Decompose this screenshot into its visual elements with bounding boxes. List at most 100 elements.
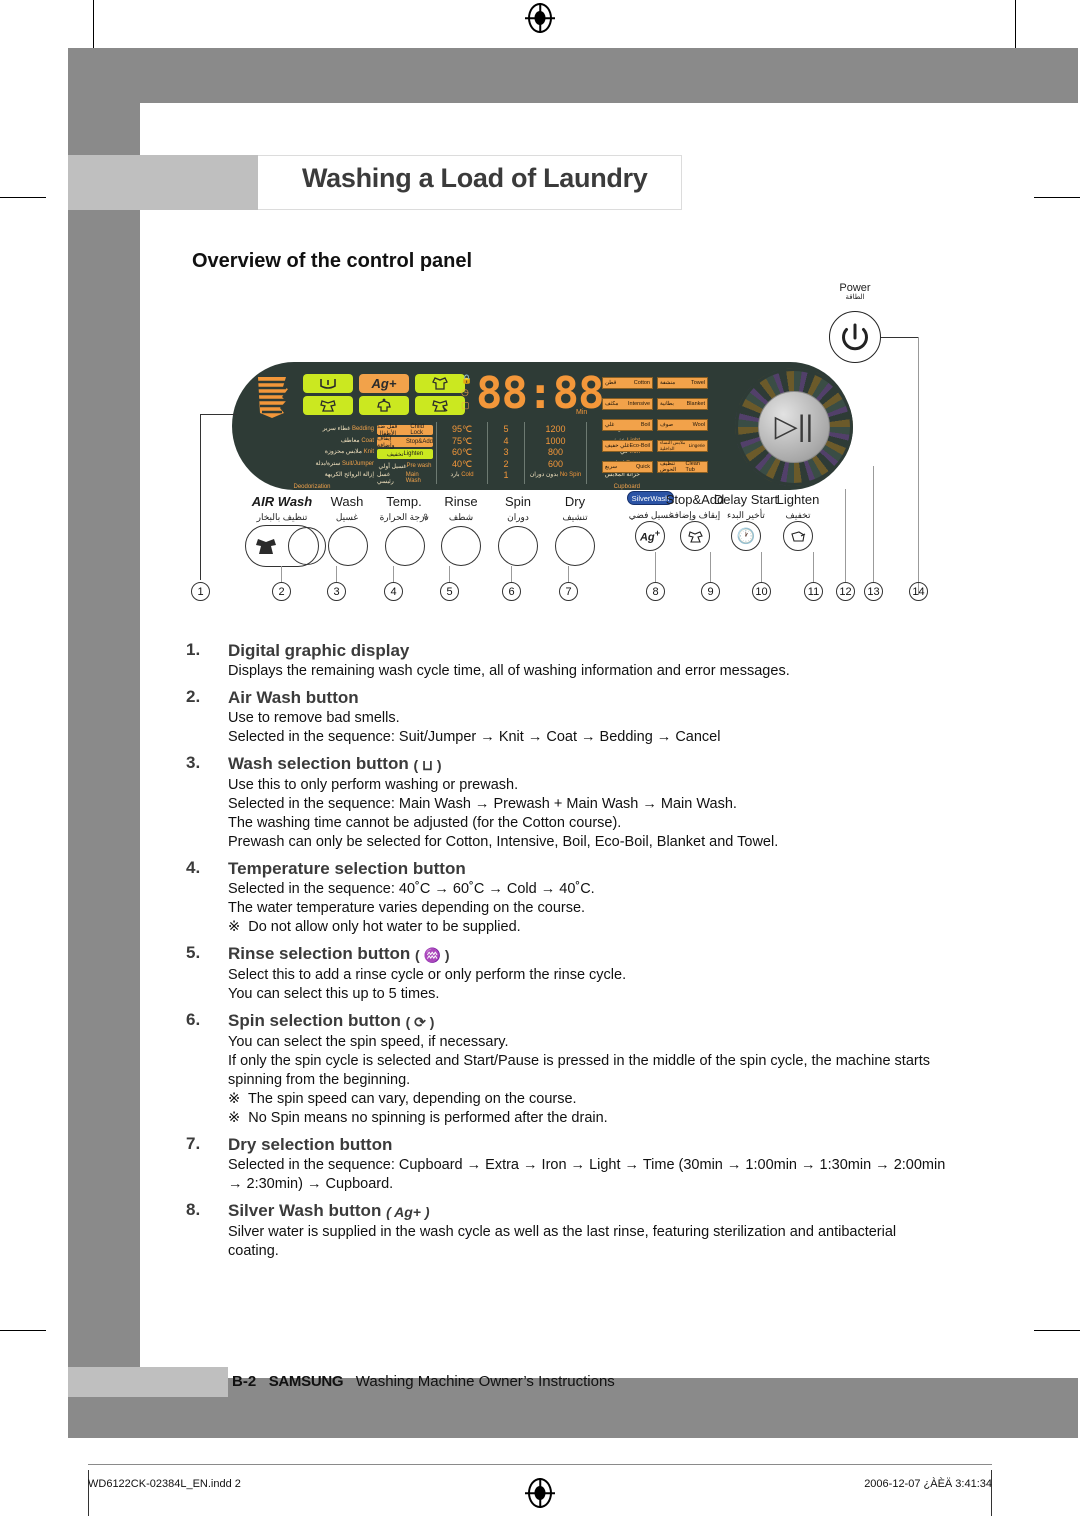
callout-8: 8 xyxy=(646,582,665,601)
power-icon xyxy=(842,323,868,351)
delay-start-button[interactable]: 🕐 xyxy=(731,521,761,551)
rinse-value-0: 5 xyxy=(503,424,509,434)
course-right-3-ar: ملابس النساء الداخلية xyxy=(660,439,686,451)
course-blanket[interactable]: بطانية Blanket xyxy=(657,398,708,410)
panel-divider-3 xyxy=(524,422,525,484)
course-right-0-en: Towel xyxy=(690,379,705,386)
airwash-opt-2-en: Knit xyxy=(363,449,374,456)
instruction-3-heading-text: Wash selection button xyxy=(228,754,409,773)
instruction-6-heading-text: Spin selection button xyxy=(228,1011,401,1030)
instruction-3-body: Use this to only perform washing or prew… xyxy=(228,776,946,852)
wash-selection-button[interactable] xyxy=(328,526,368,566)
instruction-6-line-1: If only the spin cycle is selected and S… xyxy=(228,1053,930,1088)
airwash-opt-3-en: Suit/Jumper xyxy=(341,460,374,467)
course-quick[interactable]: سريع Quick xyxy=(602,461,653,473)
print-mark-rule-left xyxy=(88,1470,89,1516)
course-right-1-ar: بطانية xyxy=(660,400,674,407)
callout-leader-14 xyxy=(918,420,920,582)
course-cotton[interactable]: قطن Cotton xyxy=(602,377,653,389)
air-wash-knob[interactable] xyxy=(288,527,326,565)
instruction-4-heading: Temperature selection button xyxy=(228,859,466,878)
instruction-item-4: 4. Temperature selection button Selected… xyxy=(186,858,946,937)
spin-value-4: No Spin xyxy=(559,472,582,479)
start-pause-button[interactable]: ▷|| xyxy=(758,391,830,463)
lighten-button[interactable] xyxy=(783,521,813,551)
airwash-opt-1-ar: معاطف xyxy=(340,437,360,444)
instruction-item-2: 2. Air Wash button Use to remove bad sme… xyxy=(186,687,946,747)
course-intensive[interactable]: مكثف Intensive xyxy=(602,398,653,410)
stop-add-shirt-icon xyxy=(687,530,703,543)
course-left-2-ar: غلي xyxy=(605,421,615,428)
course-eco-boil[interactable]: غلي خفيف Eco-Boil xyxy=(602,440,653,452)
option-pill-child-lock: قفل ضد الأطفال Child Lock xyxy=(377,424,433,437)
callout-leader-6 xyxy=(511,566,513,582)
temp-value-2: 60℃ xyxy=(451,447,473,458)
print-mark-timestamp: 2006-12-07 ¿ÀÈÄ 3:41:34 xyxy=(864,1478,992,1490)
callout-2: 2 xyxy=(272,582,291,601)
power-label-ar: الطاقة xyxy=(845,294,865,301)
course-right-4-en: Clean Tub xyxy=(685,460,700,473)
callout-14: 14 xyxy=(909,582,928,601)
callout-leader-1-vertical xyxy=(200,414,202,580)
print-mark-filename: WD6122CK-02384L_EN.indd 2 xyxy=(88,1478,241,1490)
air-wash-option-list: غطاء سرير Bedding معاطف Coat ملابس محزوز… xyxy=(250,424,374,494)
instruction-2-body: Use to remove bad smells. Selected in th… xyxy=(228,709,946,747)
callout-5: 5 xyxy=(440,582,459,601)
callout-leader-8 xyxy=(655,552,657,582)
silver-wash-button[interactable]: Ag+ xyxy=(635,521,665,551)
instruction-5-number: 5. xyxy=(186,943,201,962)
lighten-label-ar: تخفيف xyxy=(785,510,811,520)
instruction-6-star-0-text: The spin speed can vary, depending on th… xyxy=(247,1091,577,1107)
rinse-shirt-icon xyxy=(432,377,448,390)
instruction-3-line-3: Prewash can only be selected for Cotton,… xyxy=(228,834,779,850)
course-wool[interactable]: صوف Wool xyxy=(657,419,708,431)
instruction-6-number: 6. xyxy=(186,1010,201,1029)
course-lingerie[interactable]: ملابس النساء الداخلية Lingerie xyxy=(657,440,708,452)
instruction-6-star-1: ※ No Spin means no spinning is performed… xyxy=(228,1110,608,1126)
instruction-5-line-1: You can select this up to 5 times. xyxy=(228,986,440,1002)
course-boil[interactable]: غلي Boil xyxy=(602,419,653,431)
footer-text: Washing Machine Owner’s Instructions xyxy=(355,1373,615,1390)
temp-value-4-ar: بارد xyxy=(450,472,460,479)
instruction-1-heading: Digital graphic display xyxy=(228,641,410,660)
start-pause-icon: ▷|| xyxy=(774,410,814,443)
silver-wash-ag-label: Ag+ xyxy=(371,376,397,391)
temp-value-4: Cold xyxy=(461,472,474,479)
instruction-1-line-0: Displays the remaining wash cycle time, … xyxy=(228,663,790,679)
instruction-5-heading: Rinse selection button ( ♒ ) xyxy=(228,943,946,966)
panel-divider-4 xyxy=(586,422,587,484)
page-title: Washing a Load of Laundry xyxy=(302,163,648,193)
airwash-opt-4-ar: إزالة الروائح الكريهة xyxy=(324,472,374,479)
callout-7: 7 xyxy=(559,582,578,601)
stop-add-button[interactable] xyxy=(680,521,710,551)
power-button[interactable] xyxy=(829,311,881,363)
course-left-4-en: Quick xyxy=(635,463,650,470)
airwash-opt-0-en: Bedding xyxy=(351,426,374,432)
status-pill-spin xyxy=(415,396,465,415)
course-left-2-en: Boil xyxy=(640,421,650,428)
dry-selection-button[interactable] xyxy=(555,526,595,566)
course-towel[interactable]: منشفة Towel xyxy=(657,377,708,389)
instruction-3-number: 3. xyxy=(186,753,201,772)
option-pill-lighten: تخفيف Lighten xyxy=(377,449,433,459)
rinse-selection-button[interactable] xyxy=(441,526,481,566)
course-right-0-ar: منشفة xyxy=(660,379,676,386)
crop-mark-left-top xyxy=(0,197,46,199)
spin-selection-button[interactable] xyxy=(498,526,538,566)
airwash-opt-0-ar: غطاء سرير xyxy=(322,426,351,432)
option-pill-prewash: غسيل أولي Pre wash xyxy=(377,461,433,471)
course-clean-tub[interactable]: تنظيف الحوض Clean Tub xyxy=(657,461,708,473)
instruction-8-line-0: Silver water is supplied in the wash cyc… xyxy=(228,1224,897,1259)
dry-value-column: الوقت Time خفيف Light كي Iron إضافي Extr… xyxy=(588,424,640,494)
callout-3: 3 xyxy=(327,582,346,601)
instruction-7-heading: Dry selection button xyxy=(228,1135,393,1154)
clock-icon: ◷ xyxy=(461,387,469,397)
panel-divider-1 xyxy=(436,422,437,484)
instruction-3-line-1: Selected in the sequence: Main Wash → Pr… xyxy=(228,796,737,812)
course-left-3-ar: غلي خفيف xyxy=(605,442,630,449)
spin-value-3: 600 xyxy=(547,458,564,469)
lighten-icon xyxy=(790,530,805,542)
temperature-selection-button[interactable] xyxy=(385,526,425,566)
instruction-list: 1. Digital graphic display Displays the … xyxy=(186,640,946,1267)
lock-icon: 🔒 xyxy=(461,374,473,384)
